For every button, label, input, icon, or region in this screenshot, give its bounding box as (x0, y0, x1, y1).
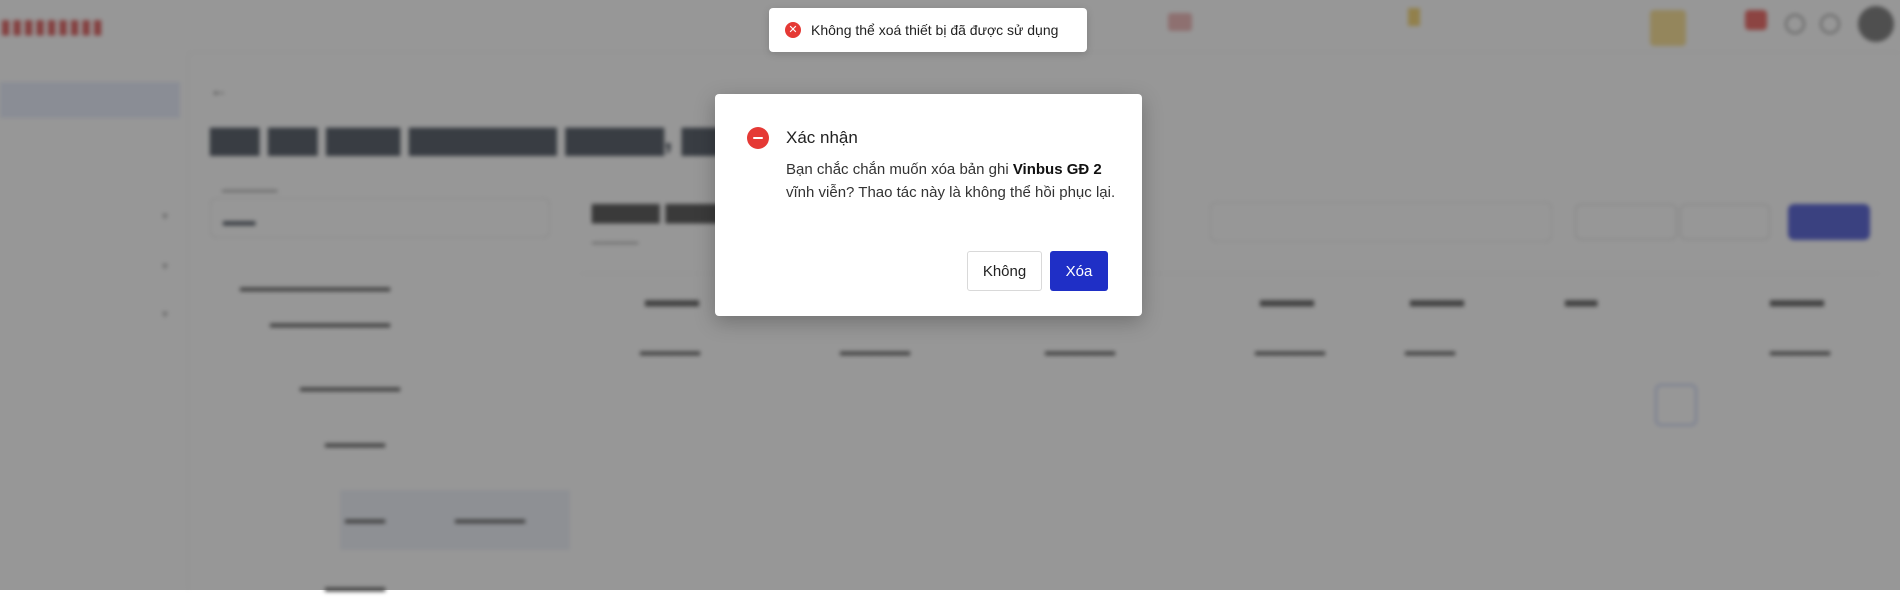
delete-button[interactable]: Xóa (1050, 251, 1108, 291)
dialog-message: Bạn chắc chắn muốn xóa bản ghi Vinbus GĐ… (786, 158, 1116, 204)
confirm-dialog: Xác nhận Bạn chắc chắn muốn xóa bản ghi … (715, 94, 1142, 316)
dialog-message-suffix: vĩnh viễn? Thao tác này là không thể hồi… (786, 184, 1116, 201)
cancel-button[interactable]: Không (967, 251, 1042, 291)
dialog-title: Xác nhận (786, 128, 858, 147)
error-toast: ✕ Không thể xoá thiết bị đã được sử dụng (769, 8, 1087, 52)
dialog-message-prefix: Bạn chắc chắn muốn xóa bản ghi (786, 161, 1013, 178)
close-circle-icon: ✕ (785, 22, 801, 38)
record-name: Vinbus GĐ 2 (1012, 161, 1102, 178)
minus-circle-icon (747, 127, 769, 149)
toast-message: Không thể xoá thiết bị đã được sử dụng (811, 22, 1059, 38)
